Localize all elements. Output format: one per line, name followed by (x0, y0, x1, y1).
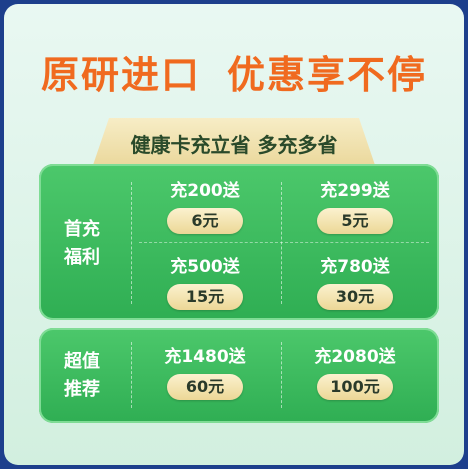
headline-left: 原研进口 (40, 53, 201, 97)
offer-title: 充2080送 (314, 347, 396, 367)
headline-right: 优惠享不停 (227, 53, 428, 97)
recommended-label-line2: 推荐 (64, 379, 100, 400)
offer-bonus-pill: 60元 (167, 374, 243, 400)
first-charge-label-line2: 福利 (64, 247, 100, 268)
first-charge-label: 首充 福利 (39, 216, 125, 272)
offer-card[interactable]: 充2080送 100元 (295, 346, 415, 400)
recommended-label: 超值 推荐 (39, 348, 125, 404)
first-charge-panel: 首充 福利 充200送 6元 充299送 5元 充500送 15元 充780送 … (39, 164, 439, 320)
offer-title: 充1480送 (164, 347, 246, 367)
panel-hdivider (139, 242, 429, 243)
recommended-panel: 超值 推荐 充1480送 60元 充2080送 100元 (39, 328, 439, 423)
promo-card: 原研进口 优惠享不停 健康卡充立省 多充多省 首充 福利 充200送 6元 充29… (4, 4, 464, 465)
promo-ribbon: 健康卡充立省 多充多省 (92, 118, 376, 168)
promo-headline: 原研进口 优惠享不停 (4, 44, 464, 99)
offer-card[interactable]: 充780送 30元 (295, 256, 415, 310)
offer-bonus-pill: 100元 (317, 374, 393, 400)
offer-card[interactable]: 充500送 15元 (145, 256, 265, 310)
offer-bonus-pill: 6元 (167, 208, 243, 234)
offer-title: 充200送 (170, 181, 240, 201)
offer-bonus-pill: 15元 (167, 284, 243, 310)
offer-card[interactable]: 充1480送 60元 (145, 346, 265, 400)
offer-bonus-pill: 5元 (317, 208, 393, 234)
panel-divider (281, 182, 282, 304)
offer-card[interactable]: 充200送 6元 (145, 180, 265, 234)
panel-divider (131, 342, 132, 408)
offer-title: 充500送 (170, 257, 240, 277)
first-charge-label-line1: 首充 (64, 219, 100, 240)
panel-divider (131, 182, 132, 304)
offer-card[interactable]: 充299送 5元 (295, 180, 415, 234)
panel-divider (281, 342, 282, 408)
offer-bonus-pill: 30元 (317, 284, 393, 310)
offer-title: 充299送 (320, 181, 390, 201)
offer-title: 充780送 (320, 257, 390, 277)
recommended-label-line1: 超值 (64, 351, 100, 372)
